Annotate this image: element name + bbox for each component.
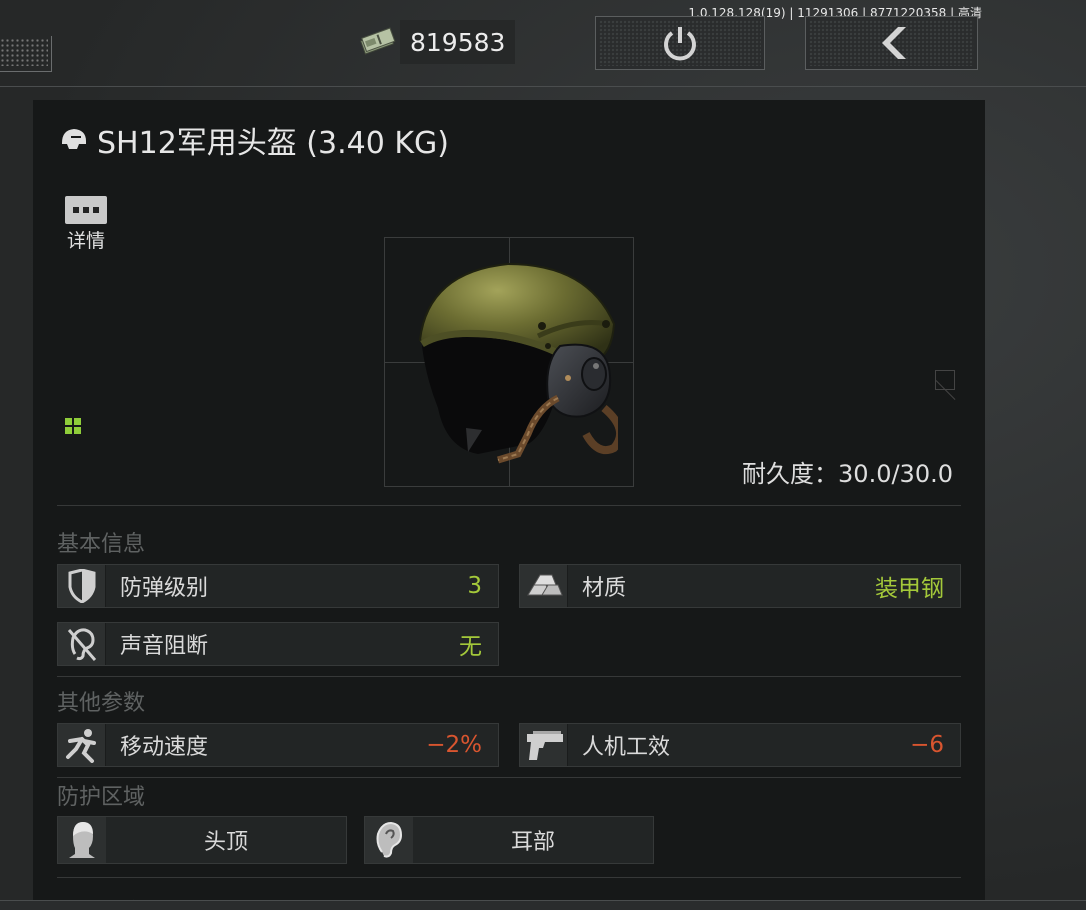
ingots-icon [520,565,568,607]
divider [57,877,961,878]
stat-material: 材质 装甲钢 [519,564,961,608]
stat-label: 声音阻断 [120,634,209,659]
power-button[interactable] [595,16,765,70]
item-title-row: SH12军用头盔 (3.40 KG) [59,118,449,162]
details-button[interactable]: 详情 [63,196,109,253]
helmet-image [418,262,618,464]
running-icon [58,724,106,766]
top-divider [0,86,1086,87]
shield-icon [58,565,106,607]
section-other-title: 其他参数 [57,691,146,716]
stat-value: 无 [459,634,482,660]
currency-display: 819583 [356,20,516,64]
back-arrow-icon [881,27,906,59]
zone-head-top: 头顶 [57,816,347,864]
divider [57,676,961,677]
stat-value: −2% [426,732,482,758]
item-inspect-panel: SH12军用头盔 (3.40 KG) 详情 耐久度：30.0/30.0 基本信息… [33,100,985,910]
durability-value: 耐久度：30.0/30.0 [742,460,953,488]
ear-icon [365,817,413,863]
money-stack-icon [356,20,400,64]
section-protection-title: 防护区域 [57,785,146,810]
stat-label: 材质 [582,576,627,601]
divider [57,505,961,506]
power-icon [664,27,696,61]
grid-size-icon [65,418,81,434]
details-label: 详情 [66,230,105,252]
stat-label: 防弹级别 [120,576,209,601]
section-basic-title: 基本信息 [57,532,146,557]
stat-ergonomics: 人机工效 −6 [519,723,961,767]
panel-side-decoration [935,370,955,390]
stat-sound-block: 声音阻断 无 [57,622,499,666]
item-title: SH12军用头盔 (3.40 KG) [97,126,449,161]
stat-value: 装甲钢 [875,576,944,602]
zone-ears: 耳部 [364,816,654,864]
stat-label: 人机工效 [582,735,671,760]
back-button[interactable] [805,16,978,70]
stat-value: 3 [467,573,482,599]
divider [57,777,961,778]
more-dots-icon [65,196,107,224]
zone-label: 耳部 [510,830,555,855]
ear-blocked-icon [58,623,106,665]
stat-armor-class: 防弹级别 3 [57,564,499,608]
stat-move-speed: 移动速度 −2% [57,723,499,767]
helmet-icon [62,129,86,149]
stat-value: −6 [910,732,944,758]
head-icon [58,817,106,863]
stat-label: 移动速度 [120,735,209,760]
pistol-icon [520,724,568,766]
currency-amount: 819583 [400,20,516,64]
zone-label: 头顶 [203,830,248,855]
bottom-strip [0,900,1086,910]
corner-frame [0,36,52,72]
